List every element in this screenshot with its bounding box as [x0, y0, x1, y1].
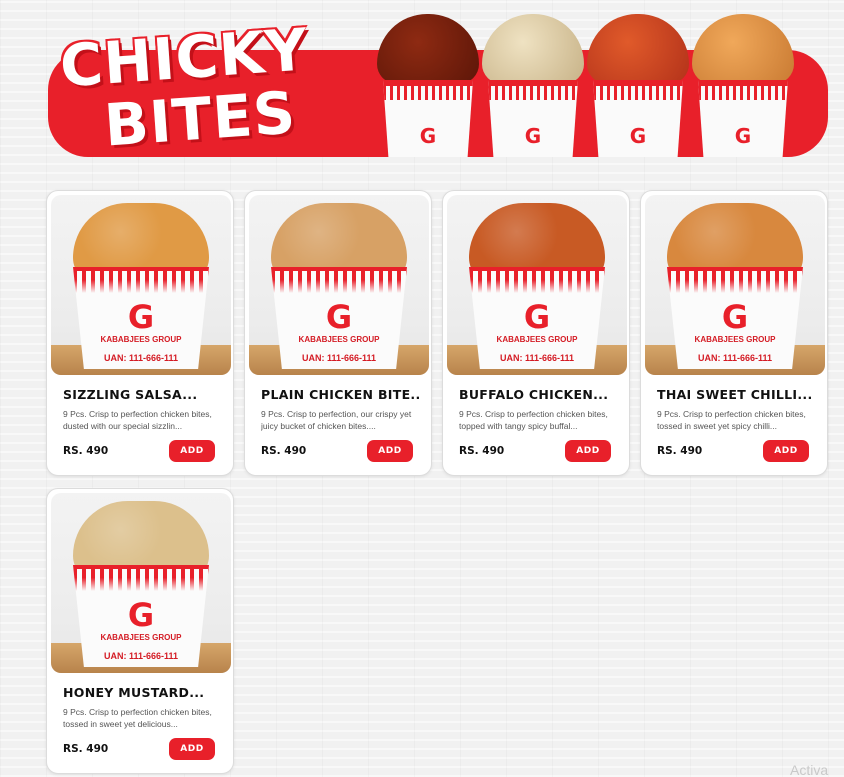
product-price: RS. 490 — [261, 445, 307, 457]
product-title[interactable]: PLAIN CHICKEN BITE... — [261, 387, 421, 402]
banner-bucket: G — [583, 10, 693, 157]
kababjees-logo-icon: G — [325, 298, 353, 336]
cup-brand: KABABJEES GROUP — [298, 335, 380, 344]
product-image[interactable]: G KABABJEES GROUP UAN: 111-666-111 — [51, 195, 231, 375]
cup-brand: KABABJEES GROUP — [100, 633, 182, 642]
kababjees-logo-icon: G — [721, 298, 749, 336]
product-card[interactable]: G KABABJEES GROUP UAN: 111-666-111 HONEY… — [46, 488, 234, 774]
kababjees-logo-icon: G — [734, 124, 752, 148]
product-price: RS. 490 — [63, 445, 109, 457]
product-title[interactable]: BUFFALO CHICKEN... — [459, 387, 619, 402]
add-to-cart-button[interactable]: ADD — [367, 440, 413, 462]
product-image[interactable]: G KABABJEES GROUP UAN: 111-666-111 — [447, 195, 627, 375]
watermark-text: Activa — [790, 762, 829, 777]
banner-title: CHICKY BITES — [58, 13, 396, 159]
product-price: RS. 490 — [459, 445, 505, 457]
bucket: G KABABJEES GROUP UAN: 111-666-111 — [73, 565, 209, 667]
bucket: G KABABJEES GROUP UAN: 111-666-111 — [469, 267, 605, 369]
bucket: G KABABJEES GROUP UAN: 111-666-111 — [73, 267, 209, 369]
product-title[interactable]: THAI SWEET CHILLI... — [657, 387, 817, 402]
product-card[interactable]: G KABABJEES GROUP UAN: 111-666-111 BUFFA… — [442, 190, 630, 476]
product-price: RS. 490 — [657, 445, 703, 457]
kababjees-logo-icon: G — [127, 596, 155, 634]
add-to-cart-button[interactable]: ADD — [169, 738, 215, 760]
kababjees-logo-icon: G — [419, 124, 437, 148]
cup-brand: KABABJEES GROUP — [694, 335, 776, 344]
kababjees-logo-icon: G — [629, 124, 647, 148]
kababjees-logo-icon: G — [127, 298, 155, 336]
product-description: 9 Pcs. Crisp to perfection, our crispy y… — [261, 409, 412, 431]
product-image[interactable]: G KABABJEES GROUP UAN: 111-666-111 — [645, 195, 825, 375]
cup-uan: UAN: 111-666-111 — [103, 651, 179, 661]
add-to-cart-button[interactable]: ADD — [763, 440, 809, 462]
product-description: 9 Pcs. Crisp to perfection chicken bites… — [459, 409, 608, 431]
cup-uan: UAN: 111-666-111 — [499, 353, 575, 363]
product-card[interactable]: G KABABJEES GROUP UAN: 111-666-111 THAI … — [640, 190, 828, 476]
cup-brand: KABABJEES GROUP — [100, 335, 182, 344]
product-description: 9 Pcs. Crisp to perfection chicken bites… — [63, 409, 212, 431]
add-to-cart-button[interactable]: ADD — [565, 440, 611, 462]
bucket: G KABABJEES GROUP UAN: 111-666-111 — [271, 267, 407, 369]
product-card[interactable]: G KABABJEES GROUP UAN: 111-666-111 SIZZL… — [46, 190, 234, 476]
banner-bucket: G — [373, 10, 483, 157]
banner-bucket: G — [478, 10, 588, 157]
product-title[interactable]: SIZZLING SALSA... — [63, 387, 223, 402]
kababjees-logo-icon: G — [523, 298, 551, 336]
product-description: 9 Pcs. Crisp to perfection chicken bites… — [657, 409, 806, 431]
cup-uan: UAN: 111-666-111 — [301, 353, 377, 363]
product-card[interactable]: G KABABJEES GROUP UAN: 111-666-111 PLAIN… — [244, 190, 432, 476]
product-price: RS. 490 — [63, 743, 109, 755]
product-title[interactable]: HONEY MUSTARD... — [63, 685, 223, 700]
product-description: 9 Pcs. Crisp to perfection chicken bites… — [63, 707, 212, 729]
product-image[interactable]: G KABABJEES GROUP UAN: 111-666-111 — [51, 493, 231, 673]
bucket: G KABABJEES GROUP UAN: 111-666-111 — [667, 267, 803, 369]
banner-buckets-image: G G G G — [373, 10, 813, 157]
product-image[interactable]: G KABABJEES GROUP UAN: 111-666-111 — [249, 195, 429, 375]
banner-bucket: G — [688, 10, 798, 157]
cup-uan: UAN: 111-666-111 — [103, 353, 179, 363]
cup-brand: KABABJEES GROUP — [496, 335, 578, 344]
add-to-cart-button[interactable]: ADD — [169, 440, 215, 462]
kababjees-logo-icon: G — [524, 124, 542, 148]
cup-uan: UAN: 111-666-111 — [697, 353, 773, 363]
hero-banner: CHICKY BITES G G G G — [48, 10, 828, 160]
